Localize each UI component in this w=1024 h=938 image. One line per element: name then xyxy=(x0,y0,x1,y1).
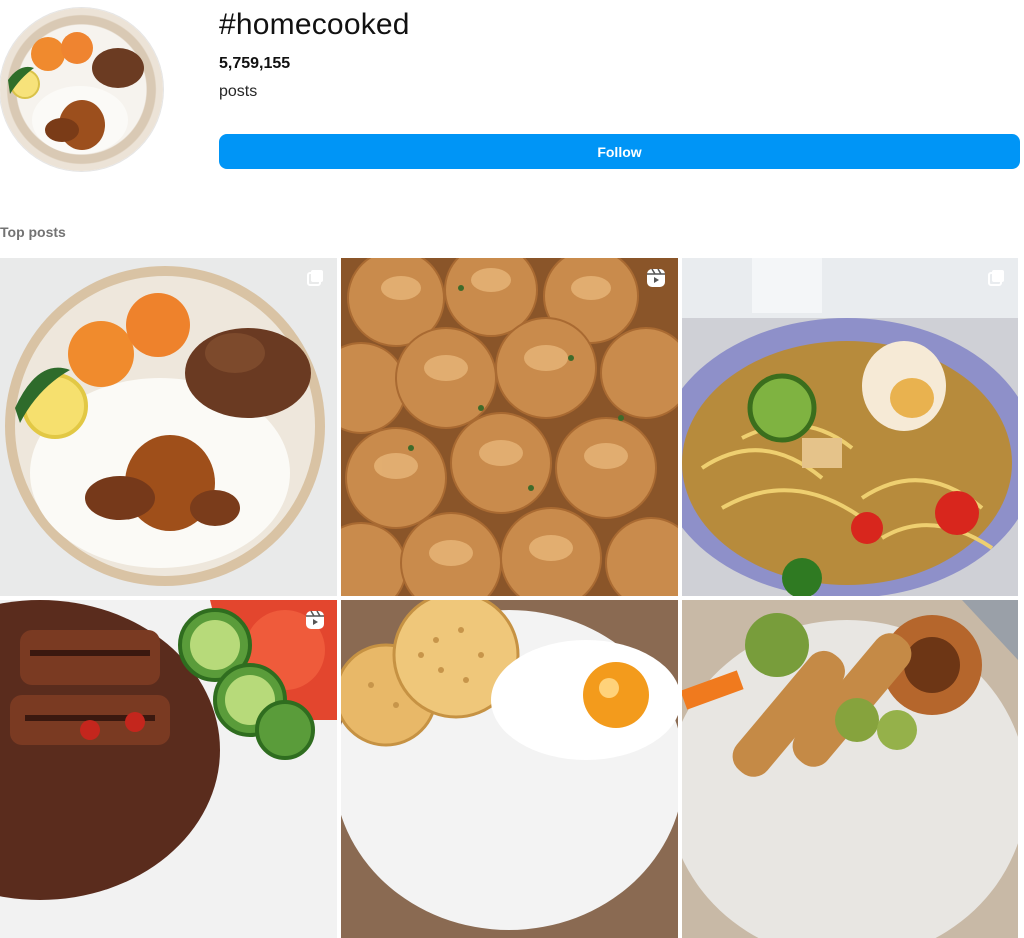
top-posts-heading: Top posts xyxy=(0,224,66,240)
post-tile[interactable] xyxy=(0,600,337,938)
post-count: 5,759,155 xyxy=(219,55,291,72)
post-count-label: posts xyxy=(219,83,258,100)
hashtag-title: #homecooked xyxy=(219,8,410,41)
reels-icon xyxy=(306,610,324,629)
multiple-posts-icon xyxy=(988,270,1004,286)
top-posts-grid xyxy=(0,258,1024,938)
post-tile[interactable] xyxy=(341,258,678,596)
post-image xyxy=(682,600,1018,938)
post-image xyxy=(341,600,678,938)
multiple-posts-icon xyxy=(307,270,323,286)
follow-button[interactable]: Follow xyxy=(219,134,1020,169)
post-image xyxy=(0,600,337,938)
reels-icon xyxy=(647,268,665,287)
post-tile[interactable] xyxy=(341,600,678,938)
post-tile[interactable] xyxy=(682,600,1018,938)
post-image xyxy=(341,258,678,596)
post-tile[interactable] xyxy=(682,258,1018,596)
post-tile[interactable] xyxy=(0,258,337,596)
avatar-food-image xyxy=(8,32,144,154)
post-image xyxy=(0,258,337,596)
hashtag-avatar xyxy=(0,8,163,171)
post-image xyxy=(682,258,1018,596)
